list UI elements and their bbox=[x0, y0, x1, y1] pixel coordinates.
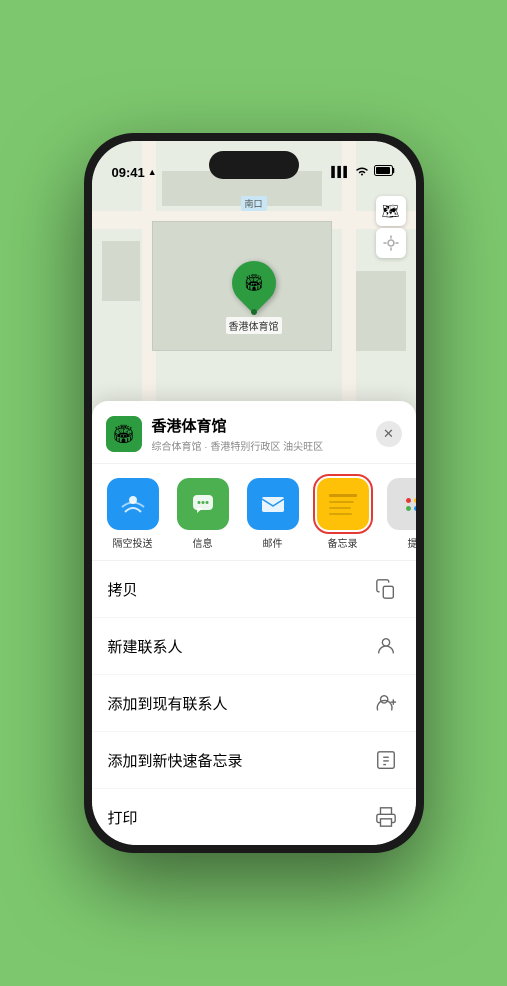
map-label-nan: 南口 bbox=[240, 196, 266, 211]
phone-frame: 09:41 ▲ ▌▌▌ bbox=[84, 133, 424, 853]
copy-icon bbox=[372, 575, 400, 603]
share-more[interactable]: 提 bbox=[382, 478, 416, 550]
wifi-icon bbox=[355, 163, 369, 181]
location-pin: 🏟 香港体育馆 bbox=[226, 261, 282, 334]
bottom-sheet: 🏟 香港体育馆 综合体育馆 · 香港特别行政区 油尖旺区 ✕ bbox=[92, 401, 416, 845]
action-print[interactable]: 打印 bbox=[92, 789, 416, 845]
print-icon bbox=[372, 803, 400, 831]
more-dots-grid bbox=[406, 498, 416, 511]
add-note-label: 添加到新快速备忘录 bbox=[108, 750, 243, 771]
pin-label: 香港体育馆 bbox=[226, 317, 282, 334]
share-messages[interactable]: 信息 bbox=[172, 478, 234, 550]
more-label: 提 bbox=[408, 535, 416, 550]
close-button[interactable]: ✕ bbox=[376, 421, 402, 447]
airdrop-icon bbox=[107, 478, 159, 530]
new-contact-label: 新建联系人 bbox=[108, 636, 183, 657]
phone-screen: 09:41 ▲ ▌▌▌ bbox=[92, 141, 416, 845]
dynamic-island bbox=[209, 151, 299, 179]
map-block-small3 bbox=[356, 271, 406, 351]
airdrop-label: 隔空投送 bbox=[113, 535, 153, 550]
share-notes[interactable]: 备忘录 bbox=[312, 478, 374, 550]
add-existing-label: 添加到现有联系人 bbox=[108, 693, 228, 714]
time-display: 09:41 bbox=[112, 165, 145, 180]
venue-header: 🏟 香港体育馆 综合体育馆 · 香港特别行政区 油尖旺区 ✕ bbox=[92, 401, 416, 464]
venue-icon: 🏟 bbox=[106, 416, 142, 452]
pin-marker: 🏟 bbox=[222, 252, 284, 314]
notes-icon bbox=[317, 478, 369, 530]
venue-info: 香港体育馆 综合体育馆 · 香港特别行政区 油尖旺区 bbox=[152, 415, 376, 453]
status-icons: ▌▌▌ bbox=[331, 163, 395, 181]
add-note-icon bbox=[372, 746, 400, 774]
add-existing-icon bbox=[372, 689, 400, 717]
action-new-contact[interactable]: 新建联系人 bbox=[92, 618, 416, 675]
mail-label: 邮件 bbox=[263, 535, 283, 550]
messages-label: 信息 bbox=[193, 535, 213, 550]
dot-red bbox=[406, 498, 411, 503]
venue-name: 香港体育馆 bbox=[152, 415, 376, 436]
pin-dot bbox=[251, 309, 257, 315]
copy-label: 拷贝 bbox=[108, 579, 138, 600]
pin-inner: 🏟 bbox=[238, 267, 270, 299]
map-type-button[interactable]: 🗺 bbox=[376, 196, 406, 226]
map-block-small1 bbox=[102, 241, 140, 301]
battery-icon bbox=[374, 163, 396, 181]
venue-description: 综合体育馆 · 香港特别行政区 油尖旺区 bbox=[152, 438, 376, 453]
dot-blue bbox=[414, 506, 416, 511]
action-copy[interactable]: 拷贝 bbox=[92, 561, 416, 618]
print-label: 打印 bbox=[108, 807, 138, 828]
signal-icon: ▌▌▌ bbox=[331, 167, 349, 178]
location-button[interactable] bbox=[376, 228, 406, 258]
location-arrow-icon: ▲ bbox=[148, 167, 157, 177]
notes-label: 备忘录 bbox=[328, 535, 358, 550]
mail-icon bbox=[247, 478, 299, 530]
status-time: 09:41 ▲ bbox=[112, 165, 157, 180]
share-mail[interactable]: 邮件 bbox=[242, 478, 304, 550]
more-icon bbox=[387, 478, 416, 530]
action-add-note[interactable]: 添加到新快速备忘录 bbox=[92, 732, 416, 789]
new-contact-icon bbox=[372, 632, 400, 660]
dot-green bbox=[406, 506, 411, 511]
action-list: 拷贝 新建联系人 bbox=[92, 560, 416, 845]
share-actions-row: 隔空投送 信息 bbox=[92, 464, 416, 560]
messages-icon bbox=[177, 478, 229, 530]
share-airdrop[interactable]: 隔空投送 bbox=[102, 478, 164, 550]
action-add-existing[interactable]: 添加到现有联系人 bbox=[92, 675, 416, 732]
map-controls: 🗺 bbox=[376, 196, 406, 258]
dot-yellow bbox=[414, 498, 416, 503]
